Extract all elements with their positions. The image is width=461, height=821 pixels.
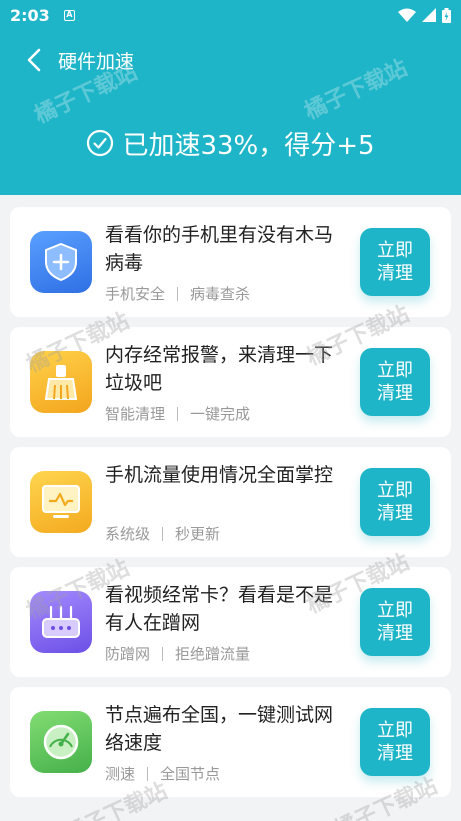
button-label: 清理 (377, 623, 413, 644)
tag-divider (177, 286, 179, 301)
shield-icon (30, 231, 92, 293)
item-title: 手机流量使用情况全面掌控 (105, 464, 334, 486)
tag-divider (147, 766, 149, 781)
page-title: 硬件加速 (58, 50, 135, 73)
item-tags: 手机安全 病毒查杀 (105, 283, 250, 304)
list-item[interactable]: 节点遍布全国，一键测试网络速度 测速 全国节点 立即 清理 (10, 687, 451, 797)
wifi-icon (398, 8, 416, 22)
clean-now-button[interactable]: 立即 清理 (360, 708, 430, 776)
item-title: 内存经常报警，来清理一下垃圾吧 (105, 344, 334, 394)
item-tag: 全国节点 (160, 765, 221, 783)
item-tag: 测速 (105, 765, 136, 783)
item-title: 看看你的手机里有没有木马病毒 (105, 224, 334, 274)
item-tag: 拒绝蹭流量 (175, 645, 251, 663)
button-label: 立即 (377, 600, 413, 621)
item-tags: 测速 全国节点 (105, 763, 220, 784)
item-tags: 防蹭网 拒绝蹭流量 (105, 643, 250, 664)
tag-divider (162, 646, 164, 661)
button-label: 立即 (377, 240, 413, 261)
item-tag: 智能清理 (105, 405, 166, 423)
router-icon (30, 591, 92, 653)
item-tag: 病毒查杀 (190, 285, 251, 303)
button-label: 清理 (377, 263, 413, 284)
item-tag: 一键完成 (190, 405, 251, 423)
tag-divider (177, 406, 179, 421)
nav-bar: 硬件加速 (0, 38, 461, 82)
button-label: 立即 (377, 480, 413, 501)
header: 2:03 A 硬件加速 已加速33%，得分+5 橘子下载站 橘子下载站 (0, 0, 461, 195)
back-icon[interactable] (14, 38, 54, 82)
item-tags: 智能清理 一键完成 (105, 403, 250, 424)
status-bar: 2:03 A (0, 0, 461, 30)
item-tag: 防蹭网 (105, 645, 151, 663)
item-tags: 系统级 秒更新 (105, 523, 220, 544)
monitor-icon (30, 471, 92, 533)
battery-icon (442, 7, 451, 23)
result-banner: 已加速33%，得分+5 (0, 120, 461, 166)
signal-icon (422, 8, 436, 22)
tag-divider (162, 526, 164, 541)
button-label: 立即 (377, 720, 413, 741)
speedometer-icon (30, 711, 92, 773)
list-item[interactable]: 内存经常报警，来清理一下垃圾吧 智能清理 一键完成 立即 清理 (10, 327, 451, 437)
item-title: 节点遍布全国，一键测试网络速度 (105, 704, 334, 754)
clean-now-button[interactable]: 立即 清理 (360, 468, 430, 536)
notification-icon: A (63, 9, 75, 21)
list-item[interactable]: 看看你的手机里有没有木马病毒 手机安全 病毒查杀 立即 清理 (10, 207, 451, 317)
list-item[interactable]: 手机流量使用情况全面掌控 系统级 秒更新 立即 清理 (10, 447, 451, 557)
feature-list: 看看你的手机里有没有木马病毒 手机安全 病毒查杀 立即 清理 内存经常报警，来清理… (10, 207, 451, 807)
item-tag: 手机安全 (105, 285, 166, 303)
clean-now-button[interactable]: 立即 清理 (360, 348, 430, 416)
status-time: 2:03 (10, 5, 50, 25)
clean-now-button[interactable]: 立即 清理 (360, 588, 430, 656)
result-text: 已加速33%，得分+5 (122, 130, 375, 161)
clean-now-button[interactable]: 立即 清理 (360, 228, 430, 296)
broom-icon (30, 351, 92, 413)
item-title: 看视频经常卡？看看是不是有人在蹭网 (105, 584, 334, 634)
button-label: 清理 (377, 503, 413, 524)
list-item[interactable]: 看视频经常卡？看看是不是有人在蹭网 防蹭网 拒绝蹭流量 立即 清理 (10, 567, 451, 677)
item-tag: 系统级 (105, 525, 151, 543)
button-label: 清理 (377, 743, 413, 764)
item-tag: 秒更新 (175, 525, 221, 543)
check-circle-icon (86, 129, 114, 157)
button-label: 清理 (377, 383, 413, 404)
button-label: 立即 (377, 360, 413, 381)
